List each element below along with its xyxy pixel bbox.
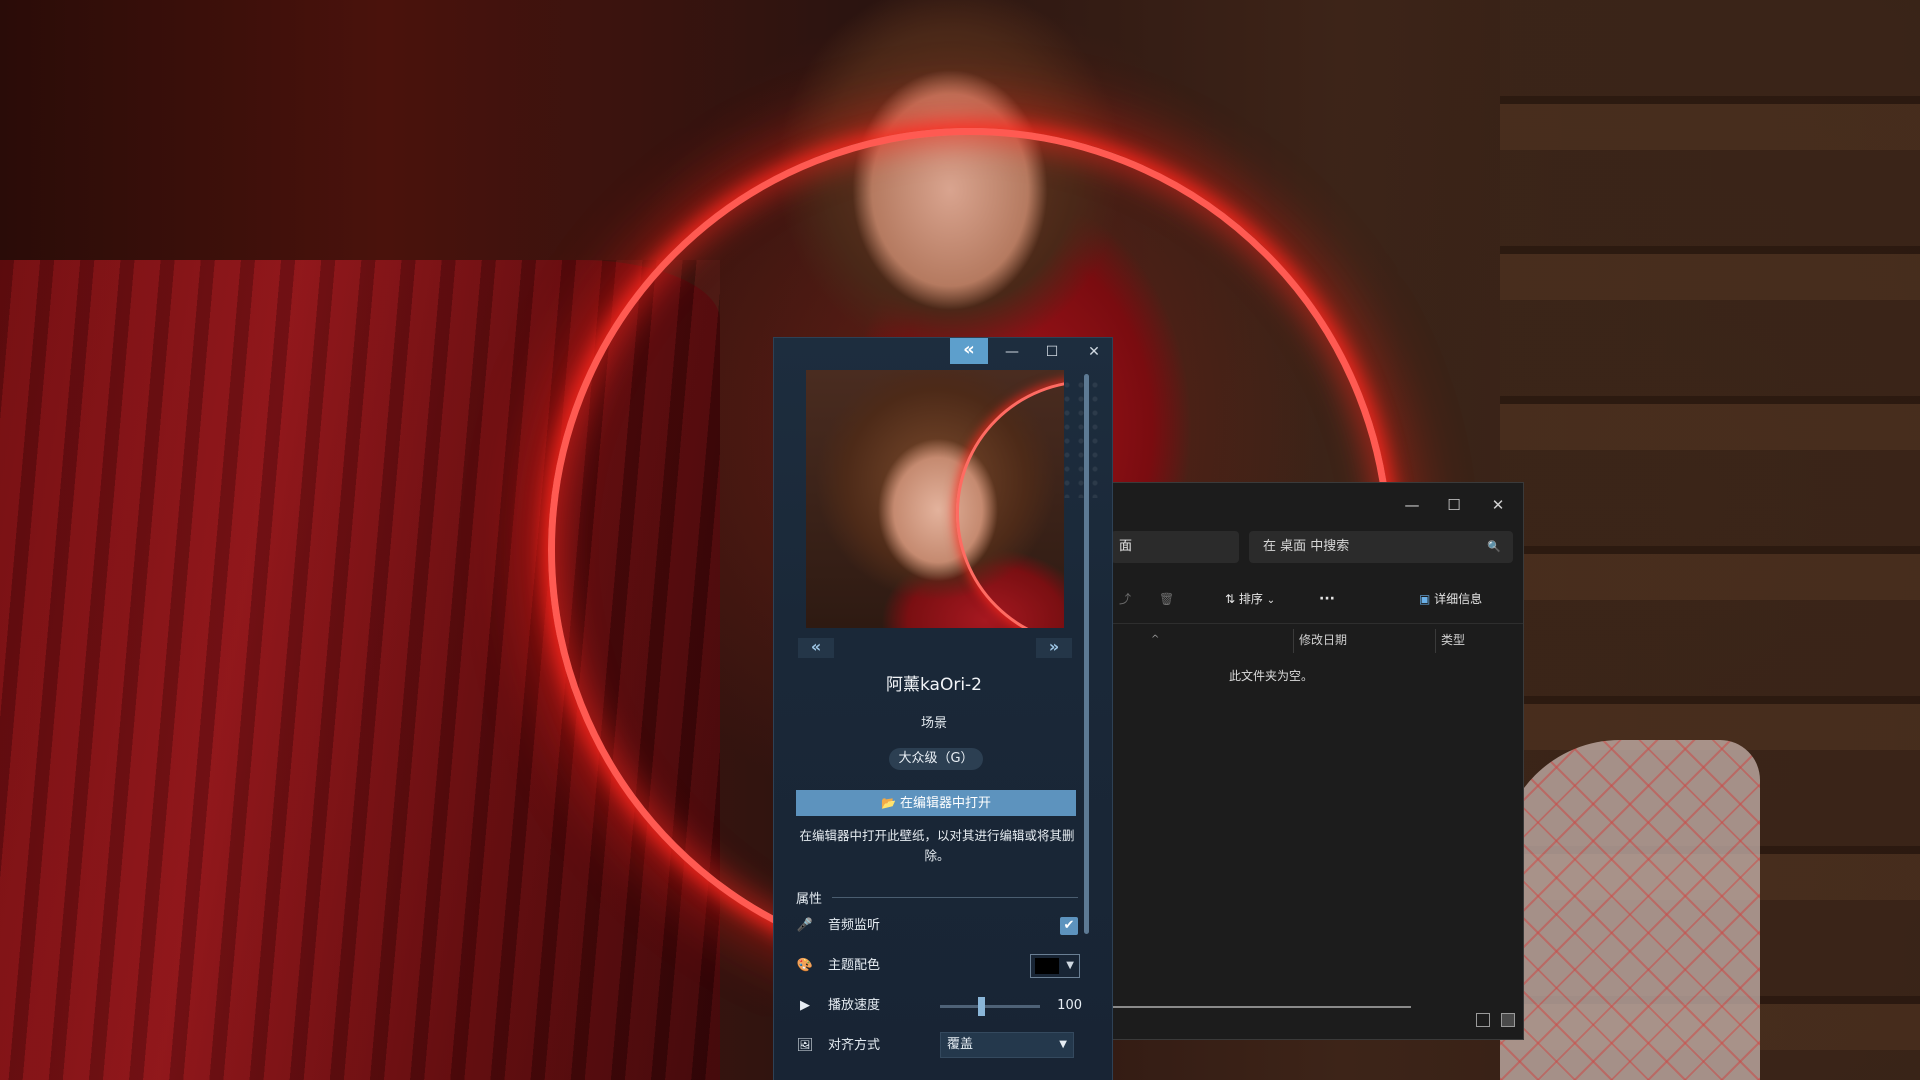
open-in-editor-description: 在编辑器中打开此壁纸，以对其进行编辑或将其删除。 [799, 828, 1075, 863]
explorer-toolbar: ⤴ 🗑 ⇅ 排序 ⌄ ··· ▣ 详细信息 [1101, 581, 1523, 617]
horizontal-scrollbar[interactable] [1101, 1006, 1411, 1008]
address-text: 面 [1119, 539, 1133, 554]
folder-icon: 📂 [880, 796, 896, 810]
alignment-select[interactable]: 覆盖 ▼ [940, 1032, 1074, 1058]
playback-speed-slider[interactable] [940, 997, 1040, 1016]
collapse-panel-button[interactable]: « [950, 338, 988, 364]
panel-scrollbar[interactable] [1084, 374, 1089, 934]
wallpaper-details-panel: « — ☐ ✕ « » 阿薰kaOri-2 场景 大众级（G） 📂 在编辑器中打… [774, 338, 1112, 1080]
file-explorer-window: — ☐ ✕ 面 在 桌面 中搜索 🔍 ⤴ 🗑 ⇅ 排序 ⌄ ··· ▣ 详细信息… [1100, 482, 1524, 1040]
alignment-label: 对齐方式 [828, 1038, 881, 1053]
sort-label: 排序 [1238, 592, 1263, 606]
empty-folder-message: 此文件夹为空。 [1229, 669, 1314, 683]
preview-neon-ring [956, 380, 1064, 628]
column-header-type[interactable]: 类型 [1441, 629, 1465, 651]
view-toggle [1470, 1012, 1515, 1031]
open-in-editor-button[interactable]: 📂 在编辑器中打开 [796, 790, 1076, 816]
properties-divider [832, 897, 1078, 898]
chevron-down-icon: ▼ [1066, 960, 1074, 971]
minimize-button[interactable]: — [998, 340, 1026, 364]
properties-section-label: 属性 [796, 892, 823, 907]
previous-wallpaper-button[interactable]: « [798, 638, 834, 658]
wallpaper-fishnet [1500, 740, 1760, 1080]
property-alignment: 🖼 对齐方式 覆盖 ▼ [796, 1032, 1082, 1060]
palette-icon: 🎨 [796, 958, 814, 973]
minimize-button[interactable]: — [1397, 493, 1427, 517]
chevron-down-icon: ⌄ [1266, 595, 1276, 606]
audio-monitor-label: 音频监听 [828, 918, 881, 933]
sort-button[interactable]: ⇅ 排序 ⌄ [1225, 581, 1275, 617]
property-audio-monitor: 🎤 音频监听 ✔ [796, 912, 1082, 940]
details-view-icon[interactable] [1475, 1013, 1490, 1027]
details-label: 详细信息 [1434, 592, 1483, 606]
alignment-value: 覆盖 [947, 1037, 974, 1052]
property-theme-color: 🎨 主题配色 ▼ [796, 952, 1082, 980]
open-in-editor-label: 在编辑器中打开 [900, 796, 992, 811]
details-pane-icon: ▣ [1419, 592, 1431, 606]
close-button[interactable]: ✕ [1080, 340, 1108, 364]
search-placeholder: 在 桌面 中搜索 [1263, 539, 1350, 554]
wallpaper-type: 场景 [920, 716, 947, 731]
theme-color-picker[interactable]: ▼ [1030, 954, 1080, 978]
audio-monitor-checkbox[interactable]: ✔ [1060, 917, 1078, 935]
search-input[interactable]: 在 桌面 中搜索 🔍 [1249, 531, 1513, 563]
sort-icon: ⇅ [1225, 592, 1236, 606]
explorer-titlebar: — ☐ ✕ [1101, 483, 1523, 533]
sort-indicator-icon: ^ [1151, 634, 1160, 645]
slider-thumb[interactable] [978, 997, 985, 1016]
column-separator [1435, 629, 1436, 653]
color-swatch [1035, 958, 1059, 974]
tiles-view-icon[interactable] [1501, 1013, 1515, 1027]
column-separator [1293, 629, 1294, 653]
wallpaper-title: 阿薰kaOri-2 [885, 675, 982, 695]
playback-speed-value: 100 [1057, 998, 1082, 1013]
details-button[interactable]: ▣ 详细信息 [1419, 581, 1482, 617]
share-icon[interactable]: ⤴ [1119, 581, 1131, 617]
maximize-button[interactable]: ☐ [1038, 340, 1066, 364]
search-icon[interactable]: 🔍 [1487, 531, 1501, 563]
wallpaper-preview-image[interactable] [806, 370, 1064, 628]
content-rating-badge: 大众级（G） [889, 748, 983, 770]
image-icon: 🖼 [796, 1038, 814, 1053]
address-bar[interactable]: 面 [1111, 531, 1239, 563]
microphone-icon: 🎤 [796, 918, 814, 933]
column-header-modified[interactable]: 修改日期 [1299, 629, 1347, 651]
more-button[interactable]: ··· [1319, 581, 1335, 617]
panel-titlebar: « — ☐ ✕ [774, 338, 1112, 368]
toolbar-divider [1101, 623, 1523, 624]
next-wallpaper-button[interactable]: » [1036, 638, 1072, 658]
play-icon: ▶ [800, 998, 810, 1013]
delete-icon[interactable]: 🗑 [1159, 581, 1174, 617]
property-playback-speed: ▶ 播放速度 100 [796, 992, 1082, 1020]
playback-speed-label: 播放速度 [828, 998, 881, 1013]
theme-color-label: 主题配色 [828, 958, 881, 973]
maximize-button[interactable]: ☐ [1439, 493, 1469, 517]
close-button[interactable]: ✕ [1483, 493, 1513, 517]
chevron-down-icon: ▼ [1059, 1039, 1067, 1050]
